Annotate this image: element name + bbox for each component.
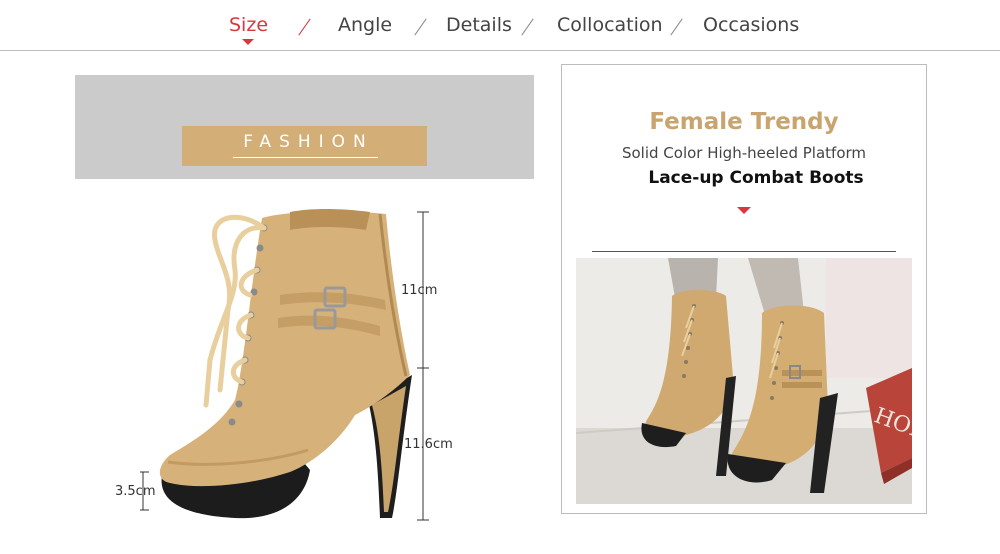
card-divider [592,251,896,252]
heel-height-label: 11.6cm [404,437,453,452]
product-photo[interactable]: HOM [576,258,912,504]
boot-tongue-shadow [290,209,370,230]
product-subtitle: Solid Color High-heeled Platform [621,144,867,162]
product-headline: Female Trendy [649,109,839,135]
tab-collocation[interactable]: Collocation [557,14,663,36]
boots-photo-illustration: HOM [576,258,912,504]
fashion-label: FASHION [243,132,374,152]
boot-size-illustration [140,209,429,521]
fashion-label-box: FASHION [182,126,427,166]
tab-angle[interactable]: Angle [338,14,392,36]
tab-divider-icon [414,18,427,36]
tab-details[interactable]: Details [446,14,512,36]
tab-size[interactable]: Size [229,14,268,36]
tab-divider-icon [521,18,534,36]
tab-divider-icon [670,18,683,36]
tab-nav: Size Angle Details Collocation Occasions [0,0,1000,51]
fashion-underline [233,157,378,158]
product-name: Lace-up Combat Boots [648,168,864,188]
shaft-height-label: 11cm [401,283,438,298]
platform-height-label: 3.5cm [115,484,156,499]
chevron-down-icon [737,207,751,214]
active-tab-caret-icon [242,39,254,45]
tab-occasions[interactable]: Occasions [703,14,799,36]
fashion-banner: FASHION [75,75,534,179]
boot-upper [159,211,410,487]
tab-divider-icon [298,18,311,36]
product-card: Female Trendy Solid Color High-heeled Pl… [561,64,927,514]
